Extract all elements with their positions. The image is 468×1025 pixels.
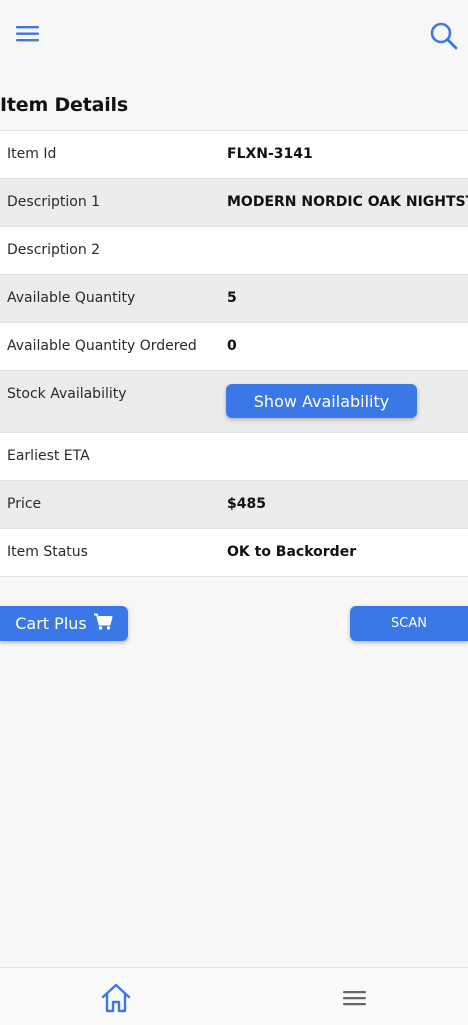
description-2-label: Description 2 (7, 242, 101, 258)
row-earliest-eta: Earliest ETA (0, 433, 468, 481)
earliest-eta-label: Earliest ETA (7, 448, 90, 464)
row-item-status: Item Status OK to Backorder (0, 529, 468, 577)
price-label: Price (7, 496, 42, 512)
home-icon[interactable] (100, 982, 132, 1014)
stock-availability-label: Stock Availability (7, 386, 127, 402)
cart-plus-button[interactable]: Cart Plus (0, 606, 128, 641)
cart-plus-label: Cart Plus (15, 614, 87, 633)
available-quantity-ordered-value: 0 (227, 338, 237, 354)
item-id-label: Item Id (7, 146, 57, 162)
row-item-id: Item Id FLXN-3141 (0, 131, 468, 179)
bottom-navigation (0, 967, 468, 1025)
hamburger-menu-icon[interactable] (14, 22, 42, 46)
row-description-1: Description 1 MODERN NORDIC OAK NIGHTSTA… (0, 179, 468, 227)
menu-lines-icon[interactable] (342, 988, 368, 1008)
scan-button[interactable]: SCAN (350, 606, 468, 641)
item-status-label: Item Status (7, 544, 88, 560)
item-details-table: Item Id FLXN-3141 Description 1 MODERN N… (0, 130, 468, 577)
item-id-value: FLXN-3141 (227, 146, 313, 162)
show-availability-button[interactable]: Show Availability (226, 384, 417, 418)
available-quantity-label: Available Quantity (7, 290, 136, 306)
available-quantity-value: 5 (227, 290, 237, 306)
row-price: Price $485 (0, 481, 468, 529)
row-description-2: Description 2 (0, 227, 468, 275)
description-1-value: MODERN NORDIC OAK NIGHTSTANI (227, 194, 468, 210)
price-value: $485 (227, 496, 266, 512)
row-available-quantity: Available Quantity 5 (0, 275, 468, 323)
description-1-label: Description 1 (7, 194, 101, 210)
page-title: Item Details (0, 94, 128, 116)
available-quantity-ordered-label: Available Quantity Ordered (7, 338, 197, 354)
row-stock-availability: Stock Availability Show Availability (0, 371, 468, 433)
top-bar (0, 0, 468, 70)
row-available-quantity-ordered: Available Quantity Ordered 0 (0, 323, 468, 371)
search-icon[interactable] (428, 20, 460, 52)
shopping-cart-icon (93, 613, 113, 635)
item-status-value: OK to Backorder (227, 544, 357, 560)
